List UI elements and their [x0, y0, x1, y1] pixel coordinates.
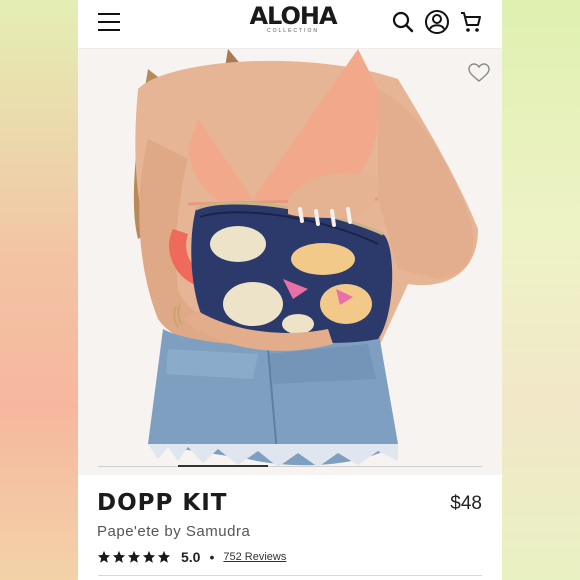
rating-value: 5.0	[181, 549, 201, 565]
section-divider	[98, 575, 482, 576]
logo-text: ALOHA	[249, 2, 337, 30]
hamburger-icon	[98, 29, 120, 31]
star-icon	[142, 550, 156, 563]
backdrop-right	[502, 0, 580, 580]
star-icon	[127, 550, 141, 563]
separator-dot: •	[209, 549, 215, 565]
star-icon	[97, 550, 111, 563]
star-icon	[112, 550, 126, 563]
account-icon[interactable]	[424, 9, 450, 35]
wishlist-heart-icon[interactable]	[468, 63, 490, 83]
menu-button[interactable]	[96, 10, 124, 34]
star-rating	[97, 550, 171, 564]
gallery-progress-track	[98, 466, 482, 467]
product-image[interactable]	[78, 49, 502, 475]
site-header: ALOHA COLLECTION	[78, 0, 502, 49]
product-photo	[133, 49, 478, 467]
rating-row: 5.0 • 752 Reviews	[97, 548, 286, 566]
gallery-progress-indicator	[178, 465, 268, 467]
star-icon	[157, 550, 171, 563]
reviews-link[interactable]: 752 Reviews	[223, 551, 286, 563]
product-price: $48	[450, 493, 482, 514]
product-page: ALOHA COLLECTION DOPP KIT $48 Pape'ete b…	[78, 0, 502, 580]
search-icon[interactable]	[390, 9, 416, 35]
hamburger-icon	[98, 13, 120, 15]
product-title: DOPP KIT	[97, 490, 228, 516]
backdrop-left	[0, 0, 78, 580]
hamburger-icon	[98, 21, 120, 23]
brand-logo[interactable]: ALOHA COLLECTION	[238, 2, 348, 42]
cart-icon[interactable]	[458, 9, 484, 35]
product-variant: Pape'ete by Samudra	[97, 523, 251, 540]
